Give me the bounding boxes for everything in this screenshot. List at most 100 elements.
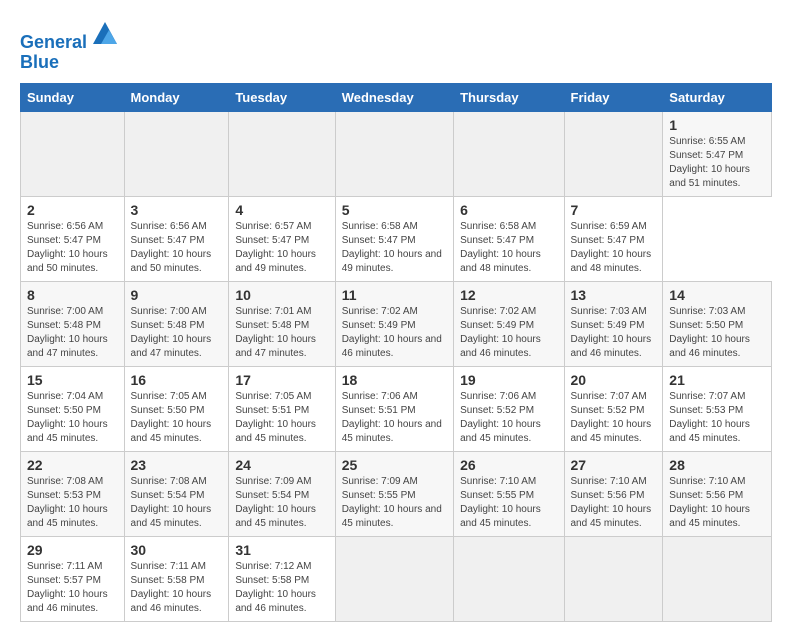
day-number: 6 — [460, 202, 557, 218]
day-detail: Sunrise: 7:03 AMSunset: 5:49 PMDaylight:… — [571, 306, 652, 359]
calendar-cell — [454, 536, 564, 621]
day-number: 9 — [131, 287, 223, 303]
calendar-cell: 31 Sunrise: 7:12 AMSunset: 5:58 PMDaylig… — [229, 536, 335, 621]
day-detail: Sunrise: 7:02 AMSunset: 5:49 PMDaylight:… — [342, 306, 442, 359]
calendar-cell: 16 Sunrise: 7:05 AMSunset: 5:50 PMDaylig… — [124, 366, 229, 451]
calendar-cell: 3 Sunrise: 6:56 AMSunset: 5:47 PMDayligh… — [124, 196, 229, 281]
day-number: 21 — [669, 372, 765, 388]
day-number: 15 — [27, 372, 118, 388]
day-detail: Sunrise: 7:07 AMSunset: 5:53 PMDaylight:… — [669, 391, 750, 444]
day-number: 7 — [571, 202, 657, 218]
day-detail: Sunrise: 7:10 AMSunset: 5:56 PMDaylight:… — [669, 476, 750, 529]
week-row: 15 Sunrise: 7:04 AMSunset: 5:50 PMDaylig… — [21, 366, 772, 451]
calendar-cell: 17 Sunrise: 7:05 AMSunset: 5:51 PMDaylig… — [229, 366, 335, 451]
calendar-cell: 19 Sunrise: 7:06 AMSunset: 5:52 PMDaylig… — [454, 366, 564, 451]
day-number: 28 — [669, 457, 765, 473]
calendar-table: SundayMondayTuesdayWednesdayThursdayFrid… — [20, 83, 772, 622]
day-number: 18 — [342, 372, 447, 388]
day-detail: Sunrise: 6:59 AMSunset: 5:47 PMDaylight:… — [571, 221, 652, 274]
page-header: General Blue — [20, 20, 772, 73]
day-detail: Sunrise: 7:12 AMSunset: 5:58 PMDaylight:… — [235, 561, 316, 614]
day-detail: Sunrise: 7:10 AMSunset: 5:56 PMDaylight:… — [571, 476, 652, 529]
day-number: 8 — [27, 287, 118, 303]
day-detail: Sunrise: 7:01 AMSunset: 5:48 PMDaylight:… — [235, 306, 316, 359]
day-number: 13 — [571, 287, 657, 303]
day-detail: Sunrise: 7:10 AMSunset: 5:55 PMDaylight:… — [460, 476, 541, 529]
week-row: 2 Sunrise: 6:56 AMSunset: 5:47 PMDayligh… — [21, 196, 772, 281]
day-detail: Sunrise: 7:08 AMSunset: 5:54 PMDaylight:… — [131, 476, 212, 529]
day-detail: Sunrise: 7:06 AMSunset: 5:52 PMDaylight:… — [460, 391, 541, 444]
calendar-cell: 29 Sunrise: 7:11 AMSunset: 5:57 PMDaylig… — [21, 536, 125, 621]
calendar-cell — [335, 111, 453, 196]
calendar-cell: 7 Sunrise: 6:59 AMSunset: 5:47 PMDayligh… — [564, 196, 663, 281]
calendar-cell: 23 Sunrise: 7:08 AMSunset: 5:54 PMDaylig… — [124, 451, 229, 536]
calendar-cell: 8 Sunrise: 7:00 AMSunset: 5:48 PMDayligh… — [21, 281, 125, 366]
col-header-monday: Monday — [124, 83, 229, 111]
calendar-cell: 18 Sunrise: 7:06 AMSunset: 5:51 PMDaylig… — [335, 366, 453, 451]
day-number: 3 — [131, 202, 223, 218]
calendar-cell: 1 Sunrise: 6:55 AMSunset: 5:47 PMDayligh… — [663, 111, 772, 196]
day-number: 10 — [235, 287, 328, 303]
logo-icon — [91, 20, 119, 48]
col-header-saturday: Saturday — [663, 83, 772, 111]
day-number: 30 — [131, 542, 223, 558]
logo-text: General Blue — [20, 20, 119, 73]
logo-general: General — [20, 32, 87, 52]
calendar-cell: 21 Sunrise: 7:07 AMSunset: 5:53 PMDaylig… — [663, 366, 772, 451]
day-detail: Sunrise: 7:00 AMSunset: 5:48 PMDaylight:… — [131, 306, 212, 359]
day-detail: Sunrise: 7:03 AMSunset: 5:50 PMDaylight:… — [669, 306, 750, 359]
day-number: 26 — [460, 457, 557, 473]
calendar-cell: 25 Sunrise: 7:09 AMSunset: 5:55 PMDaylig… — [335, 451, 453, 536]
day-detail: Sunrise: 7:11 AMSunset: 5:58 PMDaylight:… — [131, 561, 212, 614]
week-row: 22 Sunrise: 7:08 AMSunset: 5:53 PMDaylig… — [21, 451, 772, 536]
calendar-cell: 15 Sunrise: 7:04 AMSunset: 5:50 PMDaylig… — [21, 366, 125, 451]
calendar-cell: 22 Sunrise: 7:08 AMSunset: 5:53 PMDaylig… — [21, 451, 125, 536]
day-number: 1 — [669, 117, 765, 133]
day-detail: Sunrise: 7:04 AMSunset: 5:50 PMDaylight:… — [27, 391, 108, 444]
day-number: 19 — [460, 372, 557, 388]
col-header-sunday: Sunday — [21, 83, 125, 111]
day-number: 11 — [342, 287, 447, 303]
day-number: 12 — [460, 287, 557, 303]
calendar-cell: 12 Sunrise: 7:02 AMSunset: 5:49 PMDaylig… — [454, 281, 564, 366]
day-number: 5 — [342, 202, 447, 218]
logo: General Blue — [20, 20, 119, 73]
calendar-cell: 10 Sunrise: 7:01 AMSunset: 5:48 PMDaylig… — [229, 281, 335, 366]
calendar-cell — [124, 111, 229, 196]
calendar-cell: 2 Sunrise: 6:56 AMSunset: 5:47 PMDayligh… — [21, 196, 125, 281]
calendar-cell — [564, 111, 663, 196]
day-detail: Sunrise: 7:00 AMSunset: 5:48 PMDaylight:… — [27, 306, 108, 359]
logo-blue: Blue — [20, 52, 59, 72]
calendar-cell — [21, 111, 125, 196]
day-number: 27 — [571, 457, 657, 473]
day-detail: Sunrise: 7:09 AMSunset: 5:54 PMDaylight:… — [235, 476, 316, 529]
calendar-cell: 30 Sunrise: 7:11 AMSunset: 5:58 PMDaylig… — [124, 536, 229, 621]
day-detail: Sunrise: 7:08 AMSunset: 5:53 PMDaylight:… — [27, 476, 108, 529]
calendar-cell: 9 Sunrise: 7:00 AMSunset: 5:48 PMDayligh… — [124, 281, 229, 366]
calendar-cell: 11 Sunrise: 7:02 AMSunset: 5:49 PMDaylig… — [335, 281, 453, 366]
day-detail: Sunrise: 7:09 AMSunset: 5:55 PMDaylight:… — [342, 476, 442, 529]
week-row: 29 Sunrise: 7:11 AMSunset: 5:57 PMDaylig… — [21, 536, 772, 621]
calendar-cell: 4 Sunrise: 6:57 AMSunset: 5:47 PMDayligh… — [229, 196, 335, 281]
calendar-cell: 26 Sunrise: 7:10 AMSunset: 5:55 PMDaylig… — [454, 451, 564, 536]
calendar-cell: 13 Sunrise: 7:03 AMSunset: 5:49 PMDaylig… — [564, 281, 663, 366]
day-detail: Sunrise: 7:11 AMSunset: 5:57 PMDaylight:… — [27, 561, 108, 614]
calendar-cell — [335, 536, 453, 621]
week-row: 8 Sunrise: 7:00 AMSunset: 5:48 PMDayligh… — [21, 281, 772, 366]
day-number: 20 — [571, 372, 657, 388]
day-number: 16 — [131, 372, 223, 388]
day-detail: Sunrise: 7:02 AMSunset: 5:49 PMDaylight:… — [460, 306, 541, 359]
day-number: 22 — [27, 457, 118, 473]
calendar-cell: 24 Sunrise: 7:09 AMSunset: 5:54 PMDaylig… — [229, 451, 335, 536]
day-detail: Sunrise: 6:56 AMSunset: 5:47 PMDaylight:… — [131, 221, 212, 274]
day-number: 31 — [235, 542, 328, 558]
col-header-tuesday: Tuesday — [229, 83, 335, 111]
day-detail: Sunrise: 6:58 AMSunset: 5:47 PMDaylight:… — [460, 221, 541, 274]
day-number: 4 — [235, 202, 328, 218]
day-detail: Sunrise: 7:05 AMSunset: 5:51 PMDaylight:… — [235, 391, 316, 444]
calendar-cell: 27 Sunrise: 7:10 AMSunset: 5:56 PMDaylig… — [564, 451, 663, 536]
day-detail: Sunrise: 6:56 AMSunset: 5:47 PMDaylight:… — [27, 221, 108, 274]
day-number: 2 — [27, 202, 118, 218]
day-detail: Sunrise: 6:55 AMSunset: 5:47 PMDaylight:… — [669, 136, 750, 189]
day-number: 23 — [131, 457, 223, 473]
